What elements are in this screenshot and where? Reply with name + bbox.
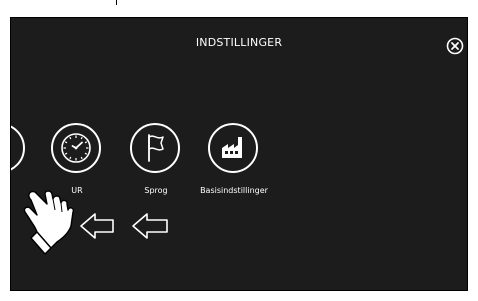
language-button[interactable]	[130, 123, 180, 173]
menu-item-clock[interactable]: UR	[37, 123, 117, 213]
basic-settings-button[interactable]	[208, 123, 258, 173]
menu-item-basic-settings[interactable]: Basisindstillinger	[194, 123, 274, 213]
close-icon	[446, 37, 464, 55]
arrow-left-icon	[132, 213, 168, 239]
clock-button[interactable]	[51, 123, 101, 173]
flag-icon	[148, 134, 164, 162]
previous-item-circle[interactable]	[11, 123, 25, 173]
figure-tick-mark	[116, 0, 117, 5]
settings-screen: INDSTILLINGER UR Sprog Basisindstillinge…	[10, 17, 468, 291]
arrow-left-icon	[80, 213, 114, 239]
close-button[interactable]	[446, 37, 464, 55]
page-title: INDSTILLINGER	[195, 36, 283, 49]
factory-icon	[222, 137, 242, 158]
clock-icon	[61, 133, 91, 163]
menu-item-label: Basisindstillinger	[200, 186, 268, 195]
menu-item-language[interactable]: Sprog	[116, 123, 196, 213]
figure-frame: INDSTILLINGER UR Sprog Basisindstillinge…	[0, 0, 478, 301]
